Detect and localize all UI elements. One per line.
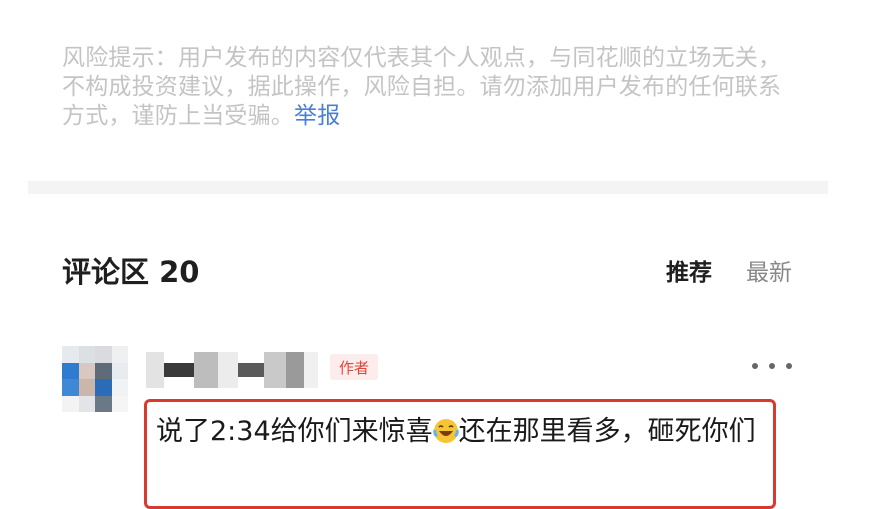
author-badge: 作者 [330, 354, 378, 380]
comment-text: 说了2:34给你们来惊喜 还在那里看多，砸死你们 [156, 410, 768, 454]
tab-recommended[interactable]: 推荐 [666, 253, 712, 287]
comment-text-part1: 说了2:34给你们来惊喜 [156, 416, 433, 447]
username-blurred[interactable] [146, 352, 318, 388]
more-options-icon[interactable] [752, 356, 792, 376]
risk-notice-text: 风险提示：用户发布的内容仅代表其个人观点，与同花顺的立场无关，不构成投资建议，据… [62, 45, 782, 129]
laughing-tears-emoji-icon [432, 419, 459, 443]
comments-title: 评论区 20 [62, 255, 200, 289]
report-link[interactable]: 举报 [294, 103, 340, 129]
avatar[interactable] [62, 346, 128, 412]
sort-tabs: 推荐 最新 [666, 253, 792, 287]
risk-notice: 风险提示：用户发布的内容仅代表其个人观点，与同花顺的立场无关，不构成投资建议，据… [62, 44, 802, 131]
comment-text-part2: 还在那里看多，砸死你们 [458, 416, 756, 447]
comments-header: 评论区 20 推荐 最新 [62, 248, 792, 292]
tab-latest[interactable]: 最新 [746, 253, 792, 287]
section-divider [28, 181, 828, 194]
